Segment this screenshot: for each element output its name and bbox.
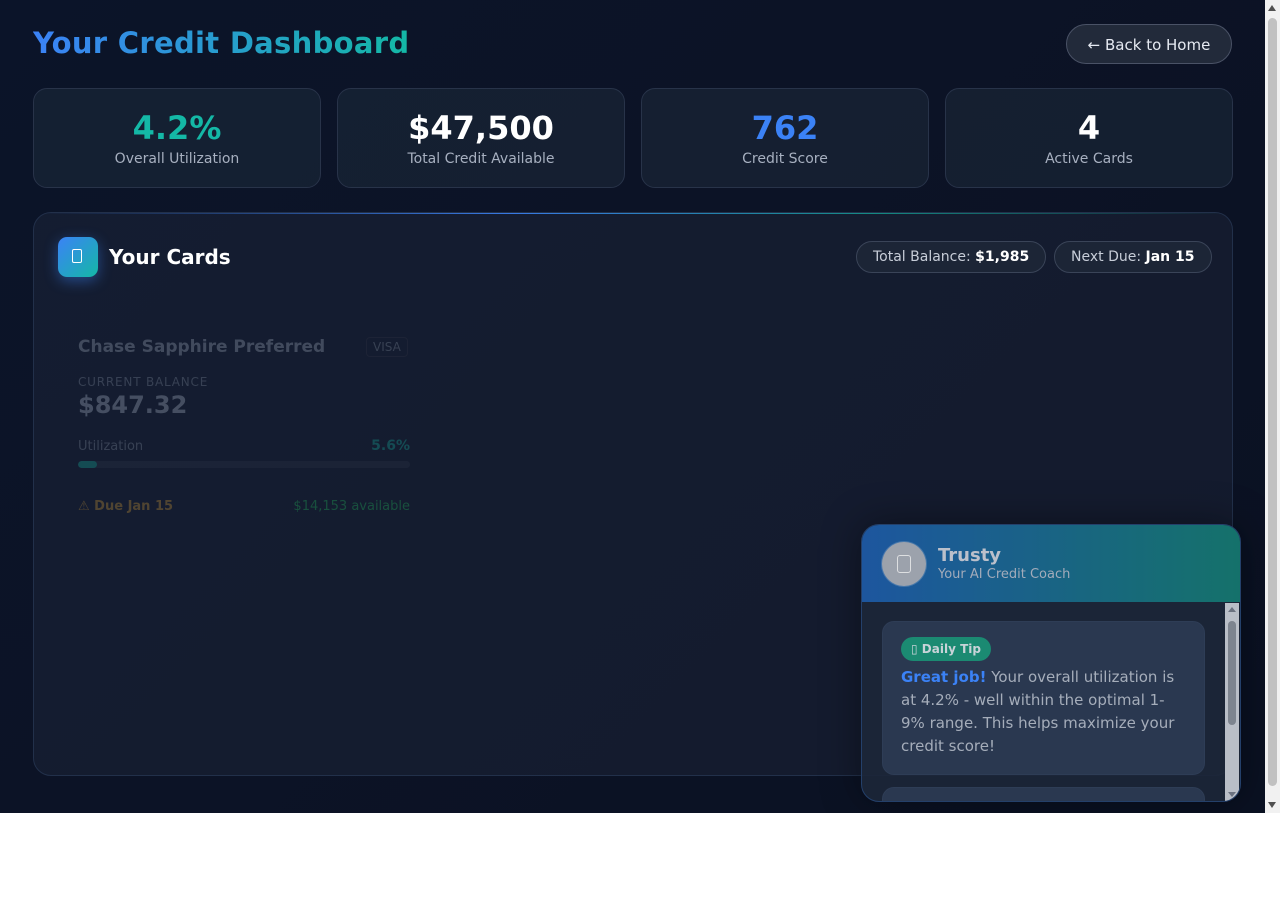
scroll-up-icon[interactable] (1268, 5, 1276, 11)
stat-card-credit-available: $47,500 Total Credit Available (337, 88, 625, 188)
chat-assistant-subtitle: Your AI Credit Coach (938, 567, 1071, 582)
utilization-bar (78, 461, 410, 468)
daily-tip-text: Great job! Your overall utilization is a… (901, 666, 1187, 758)
cards-section-title: Your Cards (109, 245, 231, 269)
chat-scrollbar-thumb[interactable] (1228, 621, 1236, 725)
chat-scrollbar[interactable] (1225, 603, 1239, 801)
stat-label: Credit Score (742, 151, 828, 167)
total-balance-value: $1,985 (975, 249, 1030, 265)
credit-card-icon (58, 237, 98, 277)
dashboard-viewport: Your Credit Dashboard ← Back to Home 4.2… (0, 0, 1265, 813)
chat-header: Trusty Your AI Credit Coach (862, 525, 1240, 602)
page-scrollbar[interactable] (1265, 0, 1280, 813)
stat-value: $47,500 (408, 109, 554, 147)
total-balance-badge: Total Balance: $1,985 (856, 241, 1047, 273)
stat-label: Active Cards (1045, 151, 1133, 167)
robot-icon (882, 542, 926, 586)
tip-highlight: Great job! (901, 668, 987, 686)
available-credit: $14,153 available (293, 499, 410, 514)
credit-card-item[interactable]: Chase Sapphire Preferred VISA CURRENT BA… (78, 323, 410, 533)
balance-label: CURRENT BALANCE (78, 375, 209, 389)
chat-widget[interactable]: Trusty Your AI Credit Coach ▯ Daily Tip … (861, 524, 1241, 802)
stat-card-utilization: 4.2% Overall Utilization (33, 88, 321, 188)
daily-tip-message: ▯ Daily Tip Great job! Your overall util… (882, 621, 1205, 775)
scroll-up-icon[interactable] (1228, 607, 1236, 612)
stat-card-credit-score: 762 Credit Score (641, 88, 929, 188)
next-due-value: Jan 15 (1145, 249, 1195, 265)
page-scrollbar-thumb[interactable] (1268, 18, 1277, 786)
stat-value: 4 (1077, 109, 1101, 147)
utilization-bar-fill (78, 461, 97, 468)
next-due-label: Next Due: (1071, 249, 1142, 265)
back-to-home-button[interactable]: ← Back to Home (1066, 24, 1232, 64)
stat-label: Overall Utilization (114, 151, 240, 167)
chat-message (882, 787, 1205, 801)
next-due-badge: Next Due: Jan 15 (1054, 241, 1212, 273)
scroll-down-icon[interactable] (1268, 802, 1276, 808)
page-title: Your Credit Dashboard (33, 26, 410, 60)
utilization-value: 5.6% (371, 438, 410, 454)
card-name: Chase Sapphire Preferred (78, 337, 326, 357)
total-balance-label: Total Balance: (873, 249, 971, 265)
lightbulb-icon: ▯ (911, 642, 918, 656)
card-balance: $847.32 (78, 391, 188, 419)
due-date-warning: ⚠ Due Jan 15 (78, 499, 174, 514)
stat-value: 4.2% (132, 109, 222, 147)
stat-label: Total Credit Available (407, 151, 555, 167)
chat-assistant-name: Trusty (938, 545, 1002, 566)
stat-card-active-cards: 4 Active Cards (945, 88, 1233, 188)
stat-value: 762 (751, 109, 819, 147)
daily-tip-badge-label: Daily Tip (921, 642, 981, 656)
scroll-down-icon[interactable] (1228, 792, 1236, 797)
utilization-label: Utilization (78, 439, 144, 454)
panel-top-glow (34, 213, 1232, 214)
daily-tip-badge: ▯ Daily Tip (901, 637, 991, 661)
card-network-badge: VISA (366, 337, 408, 357)
